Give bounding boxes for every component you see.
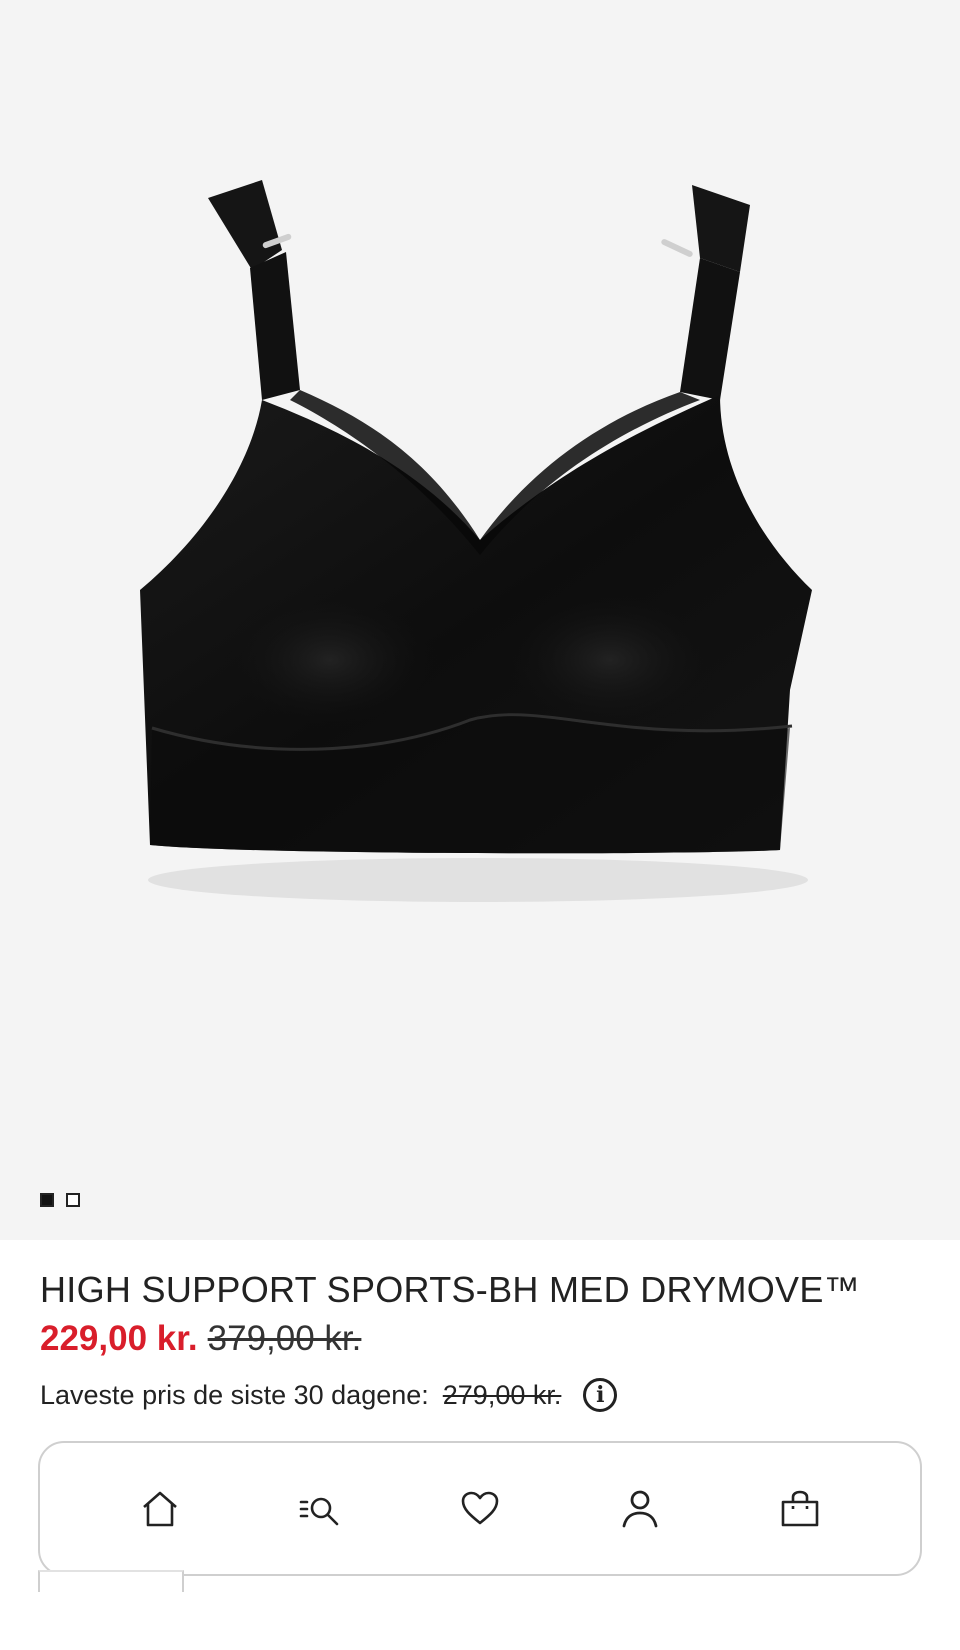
original-price: 379,00 kr. [207,1319,362,1358]
lowest-price-value: 279,00 kr. [442,1379,562,1410]
price-row: 229,00 kr. 379,00 kr. [40,1316,930,1362]
gallery-pagination [40,1193,80,1207]
nav-bag-button[interactable] [768,1477,832,1541]
lowest-price-row: Laveste pris de siste 30 dagene: 279,00 … [40,1378,618,1412]
heart-icon [461,1491,499,1524]
product-info: HIGH SUPPORT SPORTS-BH MED DRYMOVE™ 229,… [40,1268,930,1362]
product-title: HIGH SUPPORT SPORTS-BH MED DRYMOVE™ [40,1269,860,1310]
product-gallery[interactable] [0,0,960,1240]
shopping-bag-icon [781,1490,819,1526]
sale-price: 229,00 kr. [40,1319,198,1358]
gallery-dot-1[interactable] [40,1193,54,1207]
info-icon[interactable]: i [583,1378,618,1412]
nav-account-button[interactable] [608,1477,672,1541]
product-image[interactable] [0,0,960,1240]
nav-favourites-button[interactable] [448,1477,512,1541]
home-icon [143,1491,177,1526]
search-icon [299,1497,339,1525]
partial-tab [38,1570,184,1592]
bottom-navigation [38,1441,922,1576]
gallery-dot-2[interactable] [66,1193,80,1207]
nav-search-button[interactable] [288,1477,352,1541]
lowest-price-label: Laveste pris de siste 30 dagene: [40,1379,429,1410]
nav-home-button[interactable] [128,1477,192,1541]
user-icon [622,1490,658,1527]
